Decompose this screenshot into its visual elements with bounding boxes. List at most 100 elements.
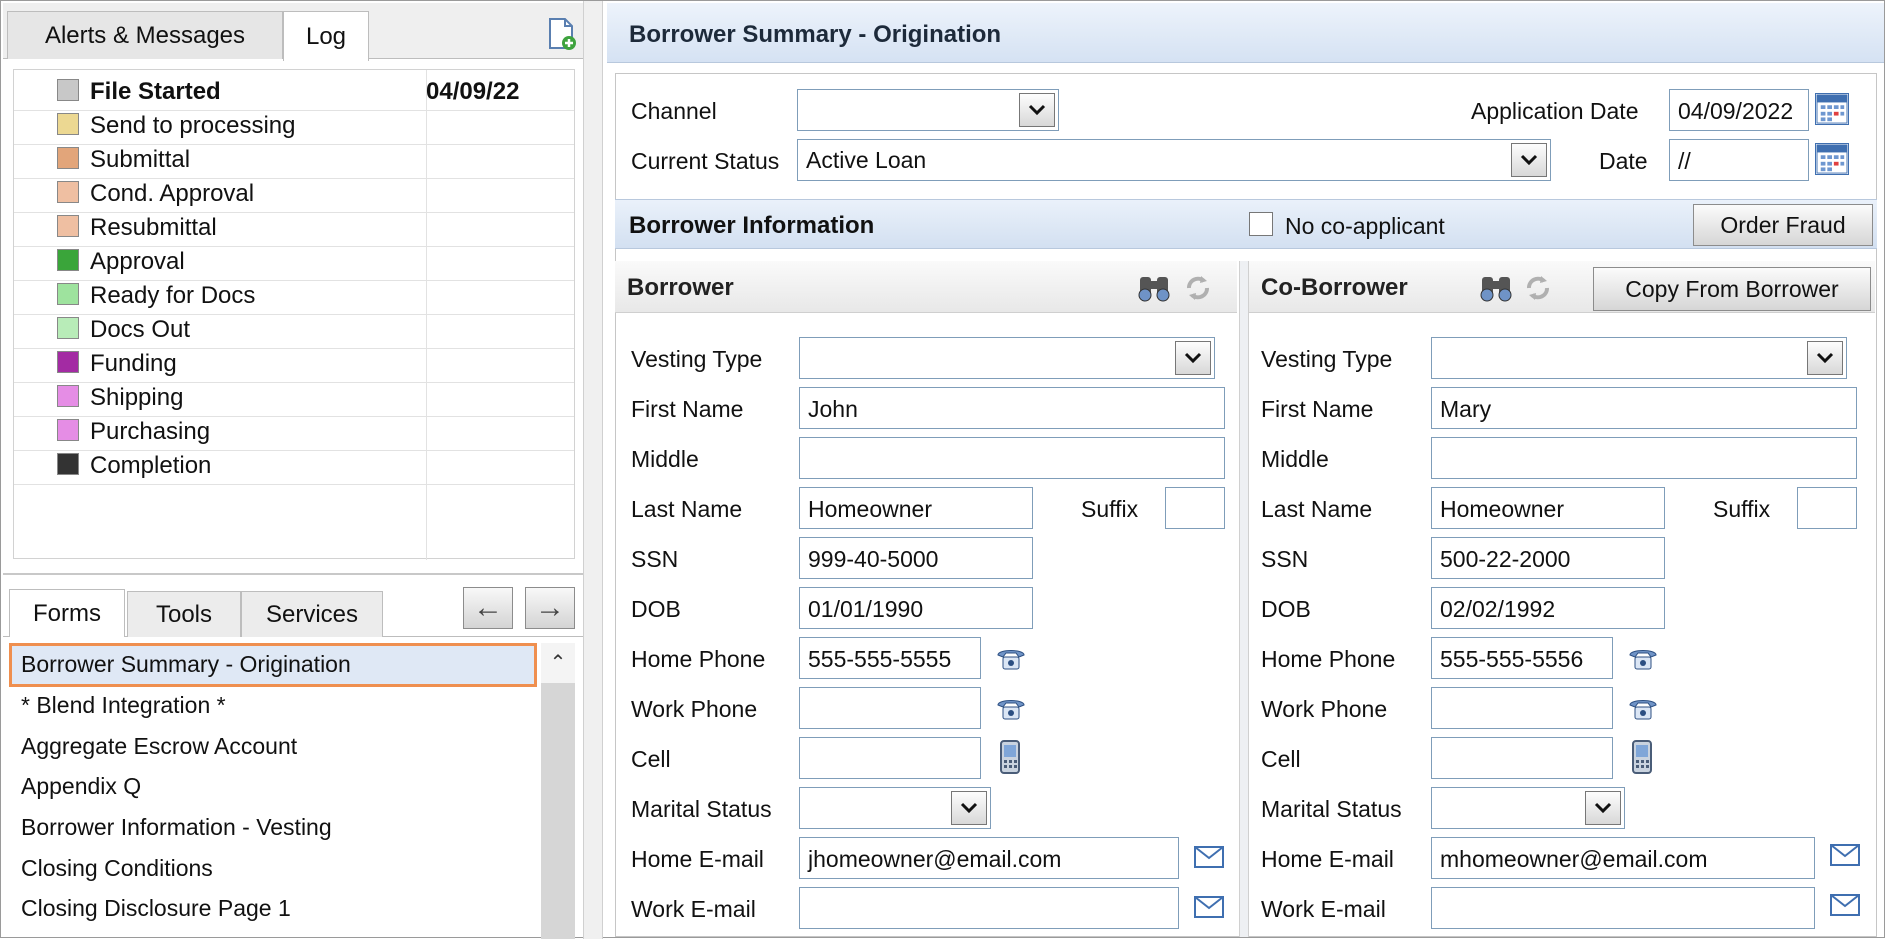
binoculars-icon[interactable] xyxy=(1479,271,1513,305)
borrower-ssn-field[interactable]: 999-40-5000 xyxy=(799,537,1033,579)
application-date-field[interactable]: 04/09/2022 xyxy=(1669,89,1809,131)
chevron-down-icon[interactable] xyxy=(1511,143,1547,177)
coborrower-home-phone-field[interactable]: 555-555-5556 xyxy=(1431,637,1613,679)
status-swatch xyxy=(57,147,79,169)
refresh-icon[interactable] xyxy=(1181,271,1215,305)
tab-forms[interactable]: Forms xyxy=(9,589,125,637)
channel-select[interactable] xyxy=(797,89,1059,131)
borrower-vesting-type-select[interactable] xyxy=(799,337,1215,379)
chevron-down-icon[interactable] xyxy=(1175,341,1211,375)
app-window: Alerts & Messages Log File Started 04/09… xyxy=(0,0,1885,939)
refresh-icon[interactable] xyxy=(1521,271,1555,305)
form-item[interactable]: Appendix Q xyxy=(21,773,141,800)
coborrower-suffix-field[interactable] xyxy=(1797,487,1857,529)
order-fraud-button[interactable]: Order Fraud xyxy=(1693,204,1873,246)
current-status-value: Active Loan xyxy=(806,147,927,173)
new-document-icon[interactable] xyxy=(547,17,577,51)
form-item[interactable]: Aggregate Escrow Account xyxy=(21,733,297,760)
tab-log[interactable]: Log xyxy=(283,11,369,61)
cellphone-icon[interactable] xyxy=(999,739,1021,775)
status-swatch xyxy=(57,283,79,305)
phone-icon[interactable] xyxy=(995,643,1027,673)
borrower-dob-field[interactable]: 01/01/1990 xyxy=(799,587,1033,629)
borrower-marital-status-select[interactable] xyxy=(799,787,991,829)
coborrower-work-phone-field[interactable] xyxy=(1431,687,1613,729)
tab-tools[interactable]: Tools xyxy=(127,591,241,637)
arrow-right-icon: → xyxy=(535,591,565,624)
phone-icon[interactable] xyxy=(1627,693,1659,723)
cellphone-icon[interactable] xyxy=(1631,739,1653,775)
coborrower-marital-status-select[interactable] xyxy=(1431,787,1625,829)
no-coapplicant-checkbox[interactable] xyxy=(1249,212,1273,236)
chevron-up-icon[interactable]: ⌃ xyxy=(541,643,575,683)
borrower-home-email-field[interactable]: jhomeowner@email.com xyxy=(799,837,1179,879)
coborrower-middle-field[interactable] xyxy=(1431,437,1857,479)
calendar-icon[interactable] xyxy=(1815,143,1849,175)
back-button[interactable]: ← xyxy=(463,587,513,629)
borrower-information-title: Borrower Information xyxy=(629,212,875,239)
left-panel: Alerts & Messages Log File Started 04/09… xyxy=(3,3,583,939)
chevron-down-icon[interactable] xyxy=(951,791,987,825)
coborrower-ssn-field[interactable]: 500-22-2000 xyxy=(1431,537,1665,579)
phone-icon[interactable] xyxy=(995,693,1027,723)
log-item-label: Completion xyxy=(90,452,212,479)
calendar-icon[interactable] xyxy=(1815,93,1849,125)
form-item[interactable]: Borrower Information - Vesting xyxy=(21,814,332,841)
envelope-icon[interactable] xyxy=(1829,843,1861,867)
panel-divider xyxy=(3,573,583,575)
phone-icon[interactable] xyxy=(1627,643,1659,673)
coborrower-vesting-type-select[interactable] xyxy=(1431,337,1847,379)
borrower-information-bar: Borrower Information No co-applicant Ord… xyxy=(615,199,1877,249)
middle-label: Middle xyxy=(631,446,699,472)
log-item-label: File Started xyxy=(90,78,221,105)
log-list: File Started 04/09/22 Send to processing… xyxy=(13,69,575,560)
coborrower-first-name-field[interactable]: Mary xyxy=(1431,387,1857,429)
panel-splitter[interactable] xyxy=(583,1,603,939)
coborrower-cell-field[interactable] xyxy=(1431,737,1613,779)
chevron-down-icon[interactable] xyxy=(1585,791,1621,825)
forms-scrollbar[interactable]: ⌃ xyxy=(541,643,575,939)
arrow-left-icon: ← xyxy=(473,591,503,624)
current-status-select[interactable]: Active Loan xyxy=(797,139,1551,181)
column-divider xyxy=(1239,261,1249,937)
binoculars-icon[interactable] xyxy=(1137,271,1171,305)
form-item[interactable]: Closing Disclosure Page 1 xyxy=(21,895,291,922)
work-phone-label: Work Phone xyxy=(631,696,758,722)
form-item[interactable]: * Blend Integration * xyxy=(21,692,226,719)
coborrower-work-email-field[interactable] xyxy=(1431,887,1815,929)
marital-status-label: Marital Status xyxy=(631,796,772,822)
forms-list: Borrower Summary - Origination * Blend I… xyxy=(9,643,539,939)
copy-from-borrower-button[interactable]: Copy From Borrower xyxy=(1593,267,1871,311)
page-title: Borrower Summary - Origination xyxy=(607,3,1884,63)
vesting-type-label: Vesting Type xyxy=(631,346,763,372)
envelope-icon[interactable] xyxy=(1829,893,1861,917)
status-swatch xyxy=(57,453,79,475)
tab-services[interactable]: Services xyxy=(241,591,383,637)
no-coapplicant-label: No co-applicant xyxy=(1285,213,1445,239)
borrower-first-name-field[interactable]: John xyxy=(799,387,1225,429)
borrower-cell-field[interactable] xyxy=(799,737,981,779)
tab-alerts-messages[interactable]: Alerts & Messages xyxy=(7,11,283,59)
status-swatch xyxy=(57,385,79,407)
log-item-label: Cond. Approval xyxy=(90,180,255,207)
coborrower-home-email-field[interactable]: mhomeowner@email.com xyxy=(1431,837,1815,879)
form-item[interactable]: Borrower Summary - Origination xyxy=(21,651,351,678)
log-row[interactable]: Completion xyxy=(14,444,574,485)
borrower-home-phone-field[interactable]: 555-555-5555 xyxy=(799,637,981,679)
chevron-down-icon[interactable] xyxy=(1807,341,1843,375)
borrower-work-phone-field[interactable] xyxy=(799,687,981,729)
chevron-down-icon[interactable] xyxy=(1019,93,1055,127)
borrower-work-email-field[interactable] xyxy=(799,887,1179,929)
borrower-middle-field[interactable] xyxy=(799,437,1225,479)
forward-button[interactable]: → xyxy=(525,587,575,629)
date-field[interactable]: // xyxy=(1669,139,1809,181)
form-item[interactable]: Closing Conditions xyxy=(21,855,213,882)
log-item-label: Send to processing xyxy=(90,112,296,139)
envelope-icon[interactable] xyxy=(1193,895,1225,919)
top-tab-bar: Alerts & Messages Log xyxy=(3,3,583,61)
coborrower-last-name-field[interactable]: Homeowner xyxy=(1431,487,1665,529)
borrower-last-name-field[interactable]: Homeowner xyxy=(799,487,1033,529)
coborrower-dob-field[interactable]: 02/02/1992 xyxy=(1431,587,1665,629)
borrower-suffix-field[interactable] xyxy=(1165,487,1225,529)
envelope-icon[interactable] xyxy=(1193,845,1225,869)
